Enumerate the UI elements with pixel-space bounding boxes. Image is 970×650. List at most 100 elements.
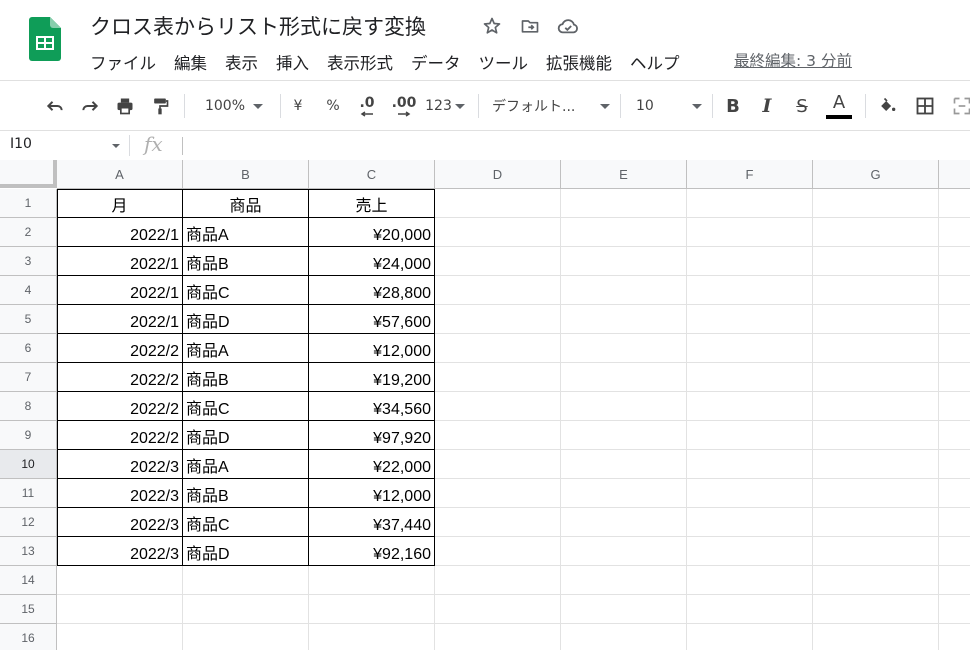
grid-cell[interactable] xyxy=(939,479,970,508)
grid-cell[interactable] xyxy=(939,305,970,334)
menu-edit[interactable]: 編集 xyxy=(174,50,207,74)
sheets-logo-icon[interactable] xyxy=(29,17,61,61)
menu-view[interactable]: 表示 xyxy=(225,50,258,74)
row-header[interactable]: 10 xyxy=(0,450,57,479)
undo-icon[interactable] xyxy=(42,81,68,131)
grid-cell[interactable] xyxy=(309,595,435,624)
product-cell[interactable]: 商品C xyxy=(183,508,309,537)
month-cell[interactable]: 2022/1 xyxy=(57,276,183,305)
grid-cell[interactable] xyxy=(561,305,687,334)
grid-cell[interactable] xyxy=(687,218,813,247)
grid-cell[interactable] xyxy=(435,218,561,247)
grid-cell[interactable] xyxy=(813,450,939,479)
grid-cell[interactable] xyxy=(435,247,561,276)
grid-cell[interactable] xyxy=(939,276,970,305)
grid-cell[interactable] xyxy=(939,334,970,363)
month-cell[interactable]: 2022/2 xyxy=(57,334,183,363)
product-cell[interactable]: 商品C xyxy=(183,276,309,305)
month-cell[interactable]: 2022/3 xyxy=(57,508,183,537)
grid-cell[interactable] xyxy=(309,566,435,595)
grid-cell[interactable] xyxy=(687,624,813,650)
grid-cell[interactable] xyxy=(939,363,970,392)
grid-cell[interactable] xyxy=(561,450,687,479)
column-header[interactable]: E xyxy=(561,160,687,189)
bold-button[interactable]: B xyxy=(722,81,744,131)
sales-cell[interactable]: ¥34,560 xyxy=(309,392,435,421)
month-cell[interactable]: 2022/3 xyxy=(57,479,183,508)
name-box[interactable]: I10 xyxy=(10,136,32,152)
product-cell[interactable]: 商品B xyxy=(183,363,309,392)
sales-cell[interactable]: ¥12,000 xyxy=(309,334,435,363)
grid-cell[interactable] xyxy=(939,624,970,650)
print-icon[interactable] xyxy=(112,81,138,131)
grid-cell[interactable] xyxy=(561,624,687,650)
sales-cell[interactable]: ¥92,160 xyxy=(309,537,435,566)
month-cell[interactable]: 2022/1 xyxy=(57,305,183,334)
fill-color-icon[interactable] xyxy=(875,81,899,131)
row-header[interactable]: 12 xyxy=(0,508,57,537)
grid-cell[interactable] xyxy=(57,624,183,650)
grid-cell[interactable] xyxy=(687,450,813,479)
menu-tools[interactable]: ツール xyxy=(479,50,529,74)
grid-cell[interactable] xyxy=(435,392,561,421)
sales-cell[interactable]: ¥97,920 xyxy=(309,421,435,450)
row-header[interactable]: 14 xyxy=(0,566,57,595)
header-cell[interactable]: 売上 xyxy=(309,189,435,218)
column-header[interactable]: C xyxy=(309,160,435,189)
grid-cell[interactable] xyxy=(939,450,970,479)
formula-input[interactable] xyxy=(182,137,183,155)
menu-help[interactable]: ヘルプ xyxy=(630,50,680,74)
grid-cell[interactable] xyxy=(435,450,561,479)
grid-cell[interactable] xyxy=(939,189,970,218)
menu-extensions[interactable]: 拡張機能 xyxy=(546,50,612,74)
grid-cell[interactable] xyxy=(435,595,561,624)
grid-cell[interactable] xyxy=(687,595,813,624)
month-cell[interactable]: 2022/2 xyxy=(57,392,183,421)
column-header[interactable]: G xyxy=(813,160,939,189)
grid-cell[interactable] xyxy=(687,479,813,508)
grid-cell[interactable] xyxy=(813,334,939,363)
column-header[interactable]: B xyxy=(183,160,309,189)
grid-cell[interactable] xyxy=(561,421,687,450)
column-header[interactable]: F xyxy=(687,160,813,189)
column-header[interactable] xyxy=(939,160,970,189)
month-cell[interactable]: 2022/2 xyxy=(57,421,183,450)
italic-button[interactable]: I xyxy=(756,81,778,131)
strikethrough-button[interactable]: S xyxy=(791,81,813,131)
grid-cell[interactable] xyxy=(939,595,970,624)
sales-cell[interactable]: ¥20,000 xyxy=(309,218,435,247)
grid-cell[interactable] xyxy=(939,247,970,276)
grid-cell[interactable] xyxy=(561,247,687,276)
grid-cell[interactable] xyxy=(435,537,561,566)
grid-cell[interactable] xyxy=(435,276,561,305)
grid-cell[interactable] xyxy=(435,421,561,450)
row-header[interactable]: 8 xyxy=(0,392,57,421)
grid-cell[interactable] xyxy=(813,624,939,650)
row-header[interactable]: 13 xyxy=(0,537,57,566)
grid-cell[interactable] xyxy=(435,508,561,537)
grid-cell[interactable] xyxy=(57,566,183,595)
grid-cell[interactable] xyxy=(813,421,939,450)
decrease-decimal-button[interactable]: .0 xyxy=(354,81,380,131)
product-cell[interactable]: 商品B xyxy=(183,247,309,276)
grid-cell[interactable] xyxy=(687,189,813,218)
document-title[interactable]: クロス表からリスト形式に戻す変換 xyxy=(90,11,426,41)
grid-cell[interactable] xyxy=(183,595,309,624)
grid-cell[interactable] xyxy=(435,305,561,334)
grid-cell[interactable] xyxy=(687,566,813,595)
grid-cell[interactable] xyxy=(813,276,939,305)
grid-cell[interactable] xyxy=(813,218,939,247)
percent-format-button[interactable]: % xyxy=(323,81,343,131)
sales-cell[interactable]: ¥37,440 xyxy=(309,508,435,537)
grid-cell[interactable] xyxy=(687,276,813,305)
product-cell[interactable]: 商品C xyxy=(183,392,309,421)
cloud-status-icon[interactable] xyxy=(556,14,580,38)
grid-cell[interactable] xyxy=(939,392,970,421)
row-header[interactable]: 6 xyxy=(0,334,57,363)
chevron-down-icon[interactable] xyxy=(112,144,120,148)
grid-cell[interactable] xyxy=(561,595,687,624)
grid-cell[interactable] xyxy=(687,421,813,450)
number-format-select[interactable]: 123 xyxy=(424,81,466,131)
borders-icon[interactable] xyxy=(913,81,937,131)
font-size-select[interactable]: 10 xyxy=(636,81,702,131)
